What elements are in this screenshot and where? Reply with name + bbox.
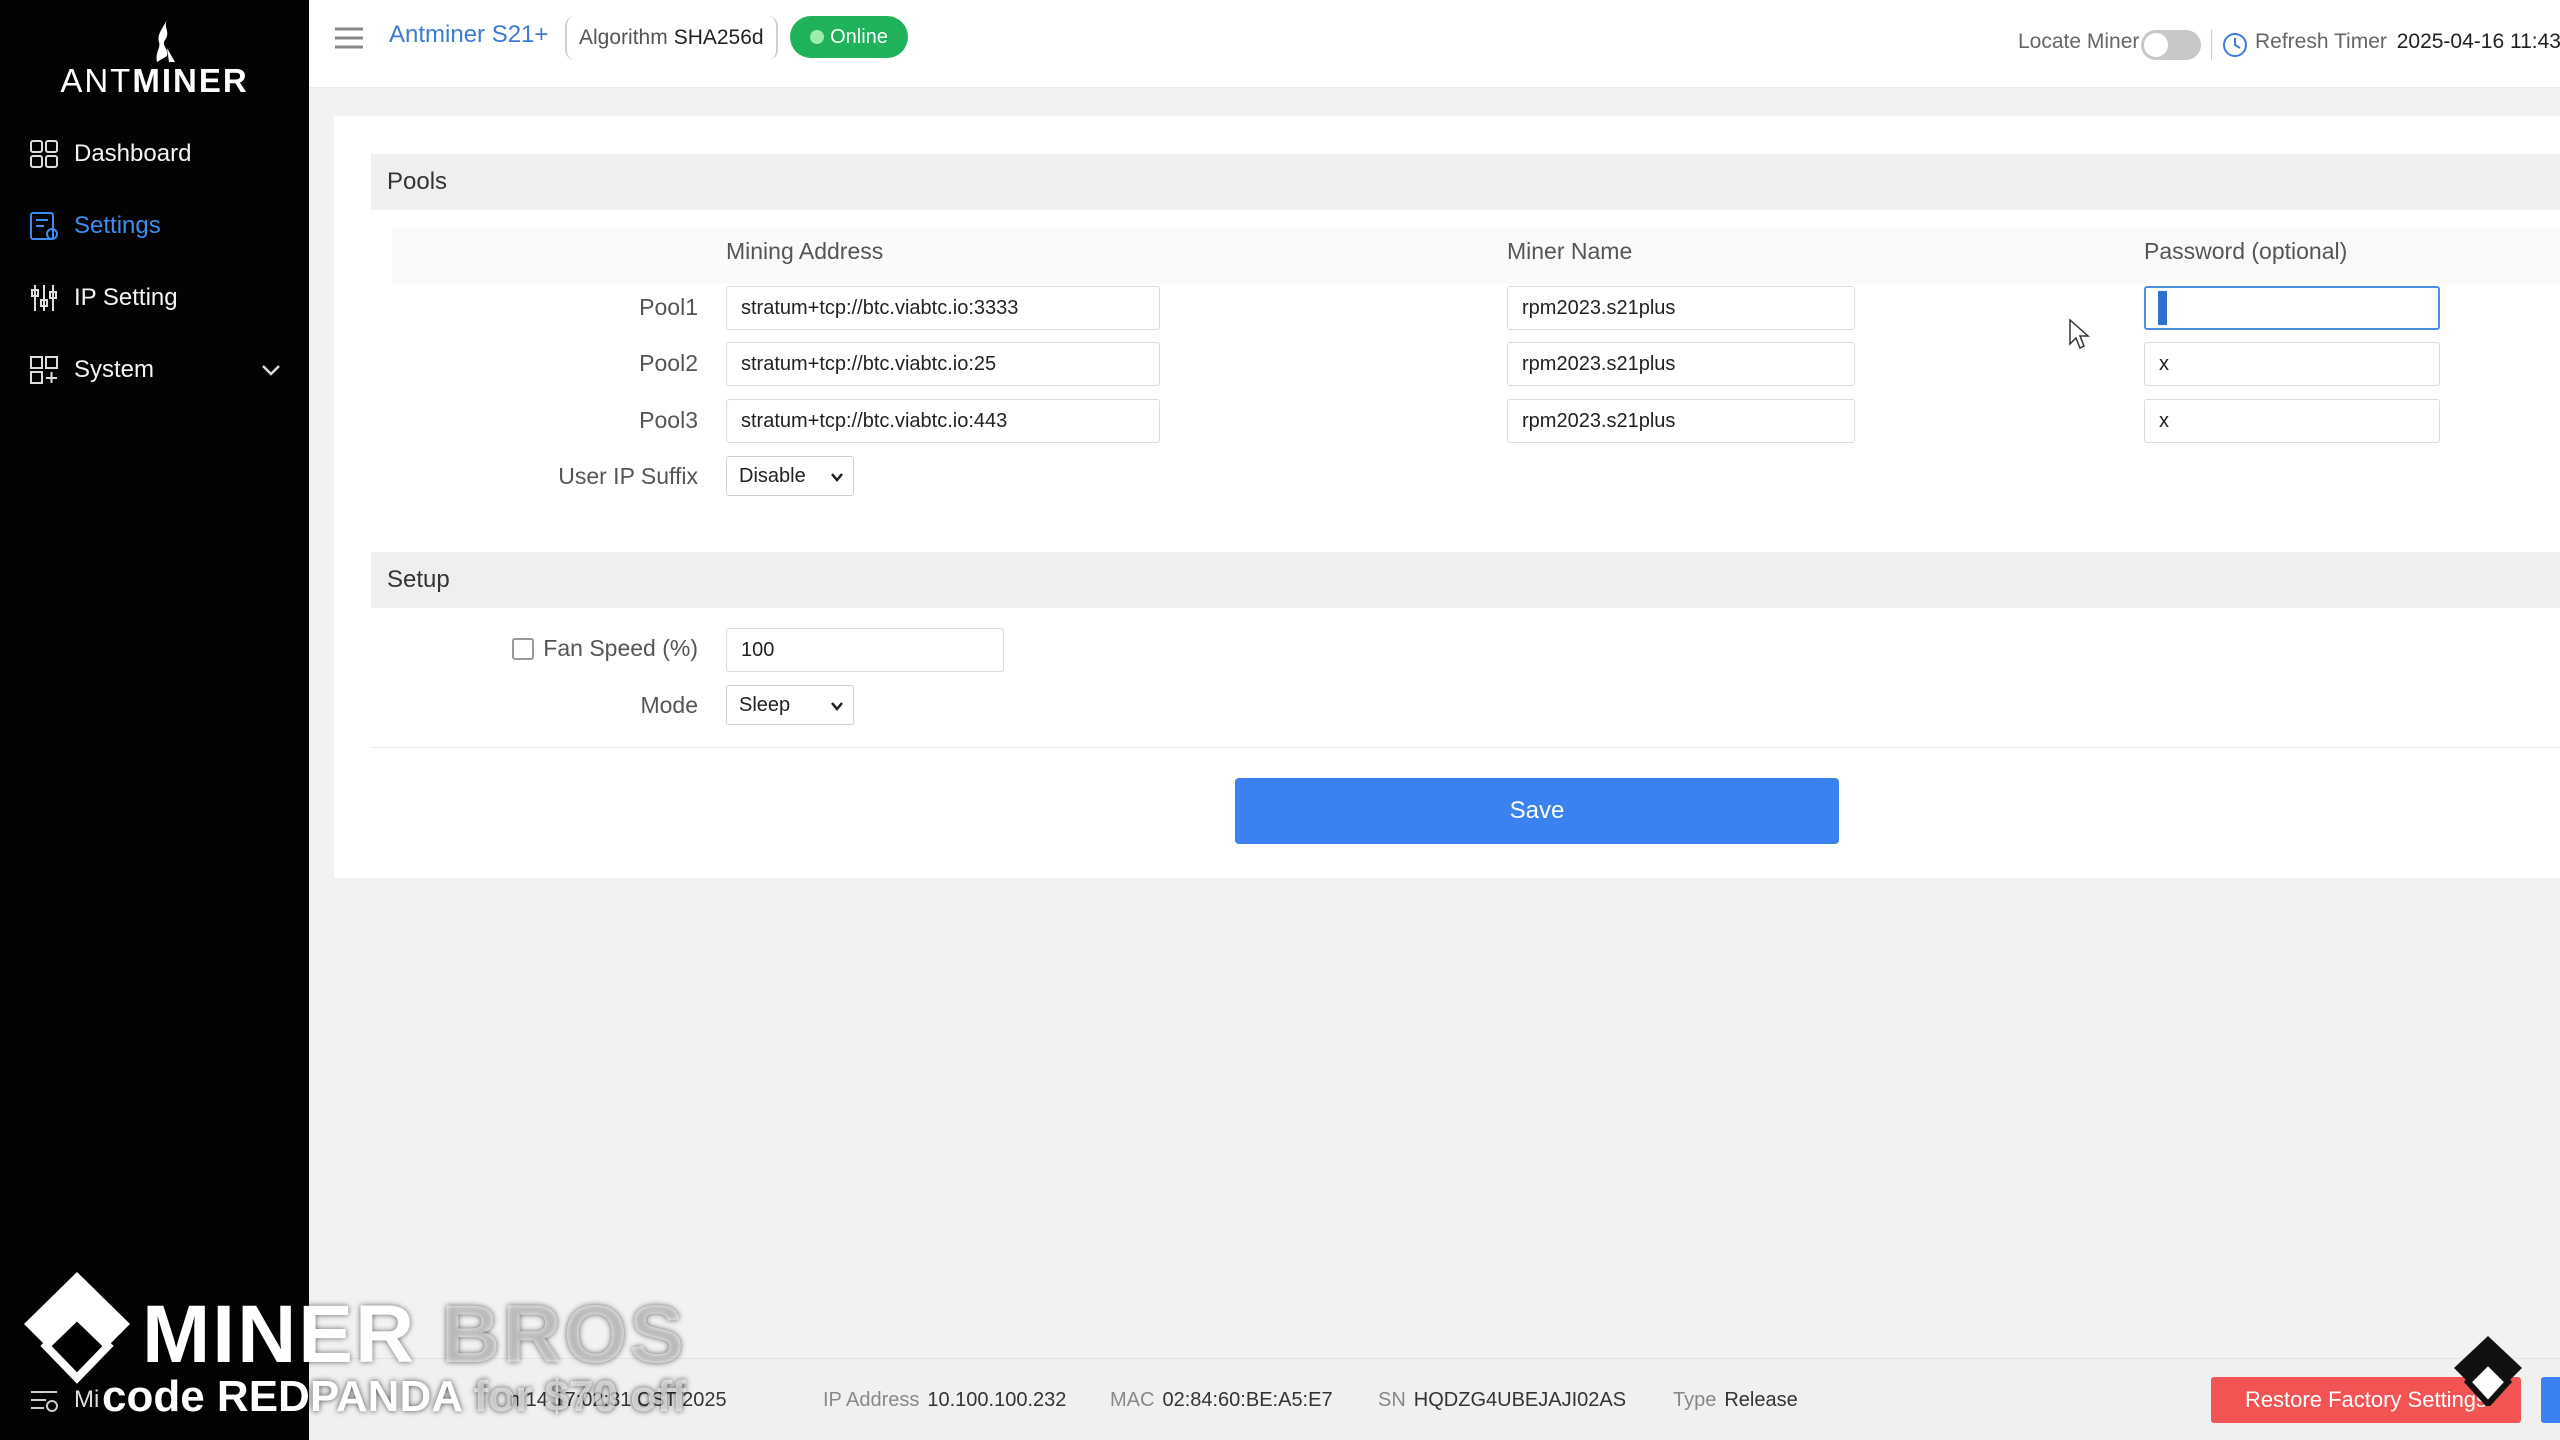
sn-info: SN HQDZG4UBEJAJI02AS xyxy=(1378,1389,1626,1412)
ip-address-label: IP Address xyxy=(823,1389,920,1411)
menu-list-icon xyxy=(31,1391,58,1412)
sidebar-nav: Dashboard Settings IP Setting System xyxy=(0,118,309,406)
column-mining-address: Mining Address xyxy=(726,238,884,264)
sidebar-item-ip-setting[interactable]: IP Setting xyxy=(0,262,309,334)
pool3-address-input[interactable]: stratum+tcp://btc.viabtc.io:443 xyxy=(726,399,1160,443)
type-value: Release xyxy=(1724,1389,1798,1411)
antminer-logo: ANTMINER xyxy=(0,18,309,99)
chevron-down-icon xyxy=(262,365,280,376)
column-password: Password (optional) xyxy=(2144,238,2348,264)
watermark-code-bright: code REDPANDA xyxy=(102,1372,462,1421)
miner-model-title: Antminer S21+ xyxy=(389,21,549,48)
sidebar-item-label: Settings xyxy=(74,212,161,239)
locate-miner-toggle[interactable] xyxy=(2141,30,2201,60)
mac-value: 02:84:60:BE:A5:E7 xyxy=(1162,1389,1333,1411)
sidebar-item-system[interactable]: System xyxy=(0,334,309,406)
mode-value: Sleep xyxy=(739,693,791,716)
watermark-code-dim: for $70 off xyxy=(473,1372,687,1421)
toggle-knob xyxy=(2144,33,2168,57)
type-info: Type Release xyxy=(1673,1389,1798,1412)
extra-action-button[interactable] xyxy=(2541,1377,2560,1423)
watermark-title-bright: MINER xyxy=(142,1289,417,1380)
sidebar-item-dashboard[interactable]: Dashboard xyxy=(0,118,309,190)
logo-wordmark: ANTMINER xyxy=(60,62,249,99)
refresh-timer-value: 2025-04-16 11:43:2 xyxy=(2396,30,2560,53)
chevron-down-icon xyxy=(831,702,843,711)
pool1-label: Pool1 xyxy=(639,294,698,320)
algorithm-badge: Algorithm SHA256d xyxy=(565,16,778,60)
column-miner-name: Miner Name xyxy=(1507,238,1633,264)
pool2-miner-input[interactable]: rpm2023.s21plus xyxy=(1507,342,1855,386)
watermark-promo: code REDPANDA for $70 off xyxy=(102,1372,686,1422)
type-label: Type xyxy=(1673,1389,1717,1411)
setup-section-title: Setup xyxy=(371,552,2560,608)
settings-icon xyxy=(30,212,58,240)
pool1-password-input[interactable] xyxy=(2144,286,2440,330)
pool1-address-input[interactable]: stratum+tcp://btc.viabtc.io:3333 xyxy=(726,286,1160,330)
refresh-timer-label: Refresh Timer xyxy=(2255,30,2387,53)
user-ip-suffix-label: User IP Suffix xyxy=(558,463,698,489)
pool2-label: Pool2 xyxy=(639,350,698,376)
text-caret xyxy=(2158,291,2167,325)
status-badge: Online xyxy=(790,16,908,58)
sidebar-item-settings[interactable]: Settings xyxy=(0,190,309,262)
user-ip-suffix-select[interactable]: Disable xyxy=(726,456,854,496)
save-button[interactable]: Save xyxy=(1235,778,1839,844)
watermark-title: MINER BROS xyxy=(142,1288,686,1382)
pool2-address-input[interactable]: stratum+tcp://btc.viabtc.io:25 xyxy=(726,342,1160,386)
pool2-password-input[interactable]: x xyxy=(2144,342,2440,386)
user-ip-suffix-value: Disable xyxy=(739,464,806,487)
watermark-title-dim: BROS xyxy=(441,1289,686,1380)
corner-brand-icon xyxy=(2454,1336,2522,1406)
pools-section-title: Pools xyxy=(371,154,2560,210)
setup-title: Setup xyxy=(387,566,450,593)
status-text: Online xyxy=(830,25,888,48)
locate-miner-label: Locate Miner xyxy=(2018,30,2140,53)
miner-bros-logo-icon xyxy=(24,1272,130,1384)
mouse-cursor-icon xyxy=(2069,318,2090,350)
setup-section xyxy=(371,608,2560,748)
status-dot-icon xyxy=(810,30,825,44)
algorithm-value: SHA256d xyxy=(673,26,764,49)
sidebar: ANTMINER Dashboard Settings IP Setting S… xyxy=(0,0,309,1440)
ip-address-info: IP Address 10.100.100.232 xyxy=(823,1389,1066,1412)
pool3-miner-input[interactable]: rpm2023.s21plus xyxy=(1507,399,1855,443)
settings-panel: Pools Mining Address Miner Name Password… xyxy=(334,116,2560,878)
ip-address-value: 10.100.100.232 xyxy=(927,1389,1067,1411)
refresh-clock-icon[interactable] xyxy=(2221,31,2249,59)
pools-title: Pools xyxy=(387,168,448,195)
pool1-miner-input[interactable]: rpm2023.s21plus xyxy=(1507,286,1855,330)
fan-speed-input[interactable]: 100 xyxy=(726,628,1004,672)
chevron-down-icon xyxy=(831,473,843,482)
sidebar-item-label: System xyxy=(74,356,155,383)
mac-info: MAC 02:84:60:BE:A5:E7 xyxy=(1110,1389,1333,1412)
system-icon xyxy=(30,356,58,384)
hamburger-menu-icon[interactable] xyxy=(333,22,365,54)
header-divider xyxy=(2211,30,2212,60)
mode-select[interactable]: Sleep xyxy=(726,685,854,725)
mode-label: Mode xyxy=(640,692,698,718)
sliders-icon xyxy=(31,285,57,311)
sidebar-item-label: Dashboard xyxy=(74,140,192,167)
sidebar-bottom-label: Mi xyxy=(74,1386,100,1413)
dashboard-icon xyxy=(30,140,58,168)
algorithm-label: Algorithm xyxy=(579,26,668,49)
pool3-label: Pool3 xyxy=(639,407,698,433)
mac-label: MAC xyxy=(1110,1389,1155,1411)
top-header: Antminer S21+ Algorithm SHA256d Online L… xyxy=(309,0,2560,88)
sn-label: SN xyxy=(1378,1389,1406,1411)
sidebar-item-label: IP Setting xyxy=(74,284,178,311)
logo-flame-icon xyxy=(156,20,175,62)
fan-speed-label: Fan Speed (%) xyxy=(543,635,698,661)
sn-value: HQDZG4UBEJAJI02AS xyxy=(1413,1389,1627,1411)
pool3-password-input[interactable]: x xyxy=(2144,399,2440,443)
refresh-timer: Refresh Timer 2025-04-16 11:43:2 xyxy=(2255,30,2560,54)
